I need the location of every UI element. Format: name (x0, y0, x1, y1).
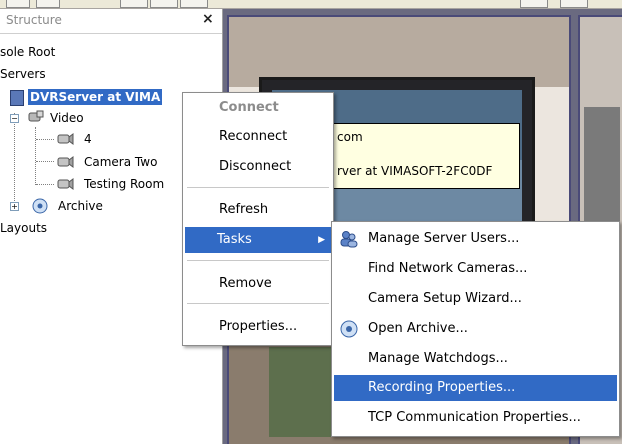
tree-item-testing-room[interactable]: Testing Room (84, 177, 164, 191)
camera-group-icon (28, 110, 44, 124)
menu-separator (187, 303, 329, 304)
camera-image (584, 107, 620, 227)
menu-item-tasks[interactable]: Tasks ▶ (185, 227, 331, 253)
menu-item-open-archive[interactable]: Open Archive... (334, 316, 617, 342)
menu-item-find-cameras[interactable]: Find Network Cameras... (334, 256, 617, 282)
tooltip-line: com (337, 130, 363, 144)
camera-icon (56, 131, 74, 147)
server-tooltip: com rver at VIMASOFT-2FC0DF (320, 123, 520, 189)
archive-icon (32, 198, 48, 214)
menu-separator (187, 187, 329, 188)
tree-item-console-root[interactable]: sole Root (0, 45, 55, 59)
menu-item-setup-wizard[interactable]: Camera Setup Wizard... (334, 286, 617, 312)
toolbar-button[interactable] (36, 0, 60, 8)
menu-item-refresh[interactable]: Refresh (185, 197, 331, 223)
expand-icon[interactable]: + (10, 202, 19, 211)
close-icon[interactable]: × (202, 11, 214, 27)
menu-item-connect: Connect (219, 100, 279, 115)
tasks-submenu: Manage Server Users... Find Network Came… (331, 221, 620, 437)
toolbar-button[interactable] (560, 0, 588, 8)
menu-item-properties[interactable]: Properties... (185, 314, 331, 340)
tree-item-layouts[interactable]: Layouts (0, 221, 47, 235)
menu-item-watchdogs[interactable]: Manage Watchdogs... (334, 346, 617, 372)
toolbar-button[interactable] (180, 0, 208, 8)
menu-item-tcp-properties[interactable]: TCP Communication Properties... (334, 405, 617, 431)
tree-line (36, 139, 54, 140)
collapse-icon[interactable]: − (10, 114, 19, 123)
tree-line (36, 184, 54, 185)
toolbar (0, 0, 622, 9)
tree-item-archive[interactable]: Archive (58, 199, 103, 213)
context-menu: Connect Reconnect Disconnect Refresh Tas… (182, 92, 334, 346)
server-icon (10, 90, 24, 106)
menu-item-manage-users[interactable]: Manage Server Users... (334, 226, 617, 252)
tree-line (35, 127, 36, 185)
menu-separator (187, 260, 329, 261)
panel-header: Structure × (0, 9, 222, 34)
toolbar-button[interactable] (6, 0, 30, 8)
menu-item-recording-properties[interactable]: Recording Properties... (334, 375, 617, 401)
toolbar-button[interactable] (150, 0, 178, 8)
toolbar-button[interactable] (520, 0, 548, 8)
tree-item-video[interactable]: Video (50, 111, 84, 125)
submenu-arrow-icon: ▶ (318, 235, 325, 245)
tooltip-line: rver at VIMASOFT-2FC0DF (337, 164, 493, 178)
tree-item-camera-4[interactable]: 4 (84, 132, 92, 146)
menu-item-disconnect[interactable]: Disconnect (185, 154, 331, 180)
tree-item-servers[interactable]: Servers (0, 67, 46, 81)
tree-item-server[interactable]: DVRServer at VIMA (28, 89, 163, 105)
menu-item-reconnect[interactable]: Reconnect (185, 124, 331, 150)
camera-icon (56, 176, 74, 192)
toolbar-button[interactable] (120, 0, 148, 8)
tree-item-camera-two[interactable]: Camera Two (84, 155, 157, 169)
menu-item-label: Tasks (217, 232, 252, 247)
camera-icon (56, 154, 74, 170)
tree-line (14, 113, 15, 209)
tree-line (36, 161, 54, 162)
panel-title: Structure (6, 13, 62, 27)
menu-item-remove[interactable]: Remove (185, 271, 331, 297)
